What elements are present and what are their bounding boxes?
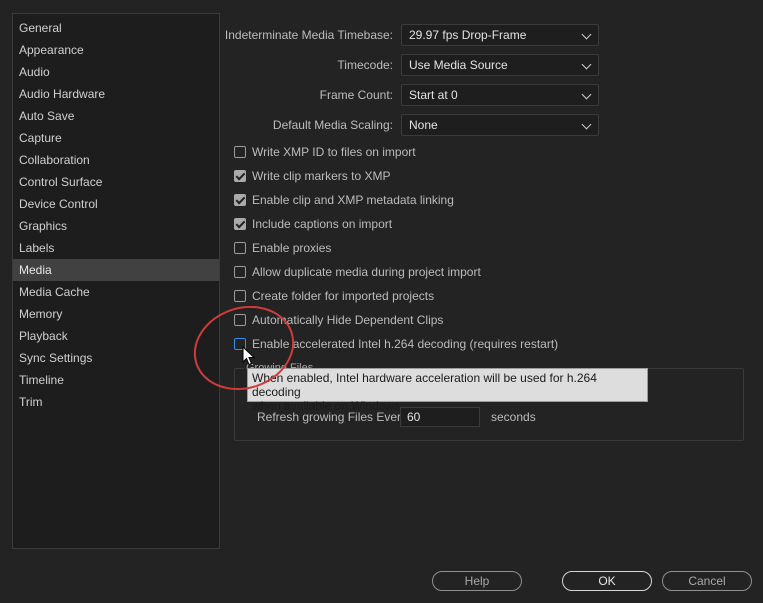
timebase-label: Indeterminate Media Timebase: <box>224 28 393 42</box>
create-folder-label: Create folder for imported projects <box>252 289 435 303</box>
enable-proxies-checkbox[interactable] <box>234 242 246 254</box>
metadata-linking-option[interactable]: Enable clip and XMP metadata linking <box>234 191 454 209</box>
allow-duplicate-media-label: Allow duplicate media during project imp… <box>252 265 481 279</box>
timecode-value: Use Media Source <box>409 58 508 72</box>
write-xmp-id-checkbox[interactable] <box>234 146 246 158</box>
allow-duplicate-media-checkbox[interactable] <box>234 266 246 278</box>
sidebar-item-device-control[interactable]: Device Control <box>13 193 219 215</box>
enable-proxies-label: Enable proxies <box>252 241 332 255</box>
chevron-down-icon <box>581 29 592 40</box>
sidebar-item-collaboration[interactable]: Collaboration <box>13 149 219 171</box>
ok-button[interactable]: OK <box>562 571 652 591</box>
write-xmp-id-option[interactable]: Write XMP ID to files on import <box>234 143 416 161</box>
sidebar-item-appearance[interactable]: Appearance <box>13 39 219 61</box>
sidebar-item-labels[interactable]: Labels <box>13 237 219 259</box>
sidebar-item-media-cache[interactable]: Media Cache <box>13 281 219 303</box>
sidebar-item-control-surface[interactable]: Control Surface <box>13 171 219 193</box>
tooltip-line-1: When enabled, Intel hardware acceleratio… <box>252 371 597 399</box>
tooltip-line-2: when available on Windows <box>252 399 401 413</box>
frame-count-row: Frame Count: Start at 0 <box>233 84 601 106</box>
sidebar-item-audio[interactable]: Audio <box>13 61 219 83</box>
scaling-value: None <box>409 118 438 132</box>
frame-count-value: Start at 0 <box>409 88 458 102</box>
metadata-linking-label: Enable clip and XMP metadata linking <box>252 193 454 207</box>
write-clip-markers-checkbox[interactable] <box>234 170 246 182</box>
enable-proxies-option[interactable]: Enable proxies <box>234 239 331 257</box>
sidebar-item-audio-hardware[interactable]: Audio Hardware <box>13 83 219 105</box>
sidebar-item-sync-settings[interactable]: Sync Settings <box>13 347 219 369</box>
scaling-dropdown[interactable]: None <box>401 114 599 136</box>
sidebar-item-media[interactable]: Media <box>13 259 219 281</box>
create-folder-option[interactable]: Create folder for imported projects <box>234 287 434 305</box>
frame-count-label: Frame Count: <box>319 88 393 102</box>
cancel-button[interactable]: Cancel <box>662 571 752 591</box>
include-captions-checkbox[interactable] <box>234 218 246 230</box>
help-button[interactable]: Help <box>432 571 522 591</box>
create-folder-checkbox[interactable] <box>234 290 246 302</box>
frame-count-dropdown[interactable]: Start at 0 <box>401 84 599 106</box>
sidebar-item-graphics[interactable]: Graphics <box>13 215 219 237</box>
sidebar-item-trim[interactable]: Trim <box>13 391 219 413</box>
chevron-down-icon <box>581 119 592 130</box>
write-clip-markers-label: Write clip markers to XMP <box>252 169 391 183</box>
scaling-label: Default Media Scaling: <box>272 118 393 132</box>
sidebar-item-capture[interactable]: Capture <box>13 127 219 149</box>
sidebar-item-general[interactable]: General <box>13 17 219 39</box>
sidebar-item-auto-save[interactable]: Auto Save <box>13 105 219 127</box>
timebase-row: Indeterminate Media Timebase: 29.97 fps … <box>225 24 601 46</box>
chevron-down-icon <box>581 59 592 70</box>
scaling-row: Default Media Scaling: None <box>233 114 601 136</box>
metadata-linking-checkbox[interactable] <box>234 194 246 206</box>
write-clip-markers-option[interactable]: Write clip markers to XMP <box>234 167 390 185</box>
timecode-dropdown[interactable]: Use Media Source <box>401 54 599 76</box>
write-xmp-id-label: Write XMP ID to files on import <box>252 145 416 159</box>
include-captions-label: Include captions on import <box>252 217 393 231</box>
timecode-row: Timecode: Use Media Source <box>233 54 601 76</box>
sidebar-item-memory[interactable]: Memory <box>13 303 219 325</box>
chevron-down-icon <box>581 89 592 100</box>
timebase-value: 29.97 fps Drop-Frame <box>409 28 527 42</box>
sidebar-item-timeline[interactable]: Timeline <box>13 369 219 391</box>
tooltip: When enabled, Intel hardware acceleratio… <box>247 368 648 413</box>
sidebar-item-playback[interactable]: Playback <box>13 325 219 347</box>
timebase-dropdown[interactable]: 29.97 fps Drop-Frame <box>401 24 599 46</box>
preferences-category-list: General Appearance Audio Audio Hardware … <box>12 13 220 549</box>
timecode-label: Timecode: <box>337 58 393 72</box>
intel-h264-decoding-label: Enable accelerated Intel h.264 decoding … <box>252 337 559 351</box>
mouse-cursor-icon <box>242 346 256 366</box>
allow-duplicate-media-option[interactable]: Allow duplicate media during project imp… <box>234 263 481 281</box>
include-captions-option[interactable]: Include captions on import <box>234 215 392 233</box>
